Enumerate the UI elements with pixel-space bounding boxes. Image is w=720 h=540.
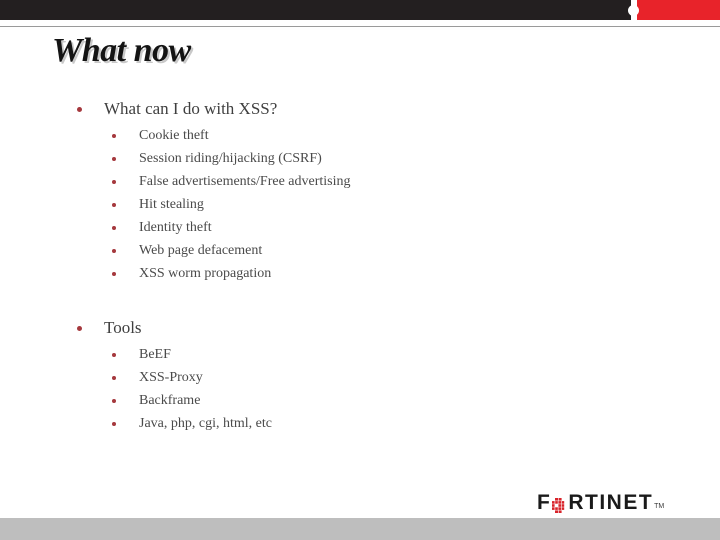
list-item-level2: Session riding/hijacking (CSRF) xyxy=(0,147,720,170)
bullet-icon xyxy=(112,376,116,380)
top-banner xyxy=(0,0,720,20)
bullet-icon xyxy=(112,249,116,253)
list-item-label: Java, php, cgi, html, etc xyxy=(139,416,272,431)
logo-text-part2: RTINET xyxy=(568,491,654,514)
page-title: What now xyxy=(52,32,191,69)
list-item-label: Identity theft xyxy=(139,220,212,235)
list-item-level2: XSS-Proxy xyxy=(0,366,720,389)
list-item-level2: Backframe xyxy=(0,389,720,412)
logo-dotgrid-icon xyxy=(552,498,567,513)
slide: What now What can I do with XSS? Cookie … xyxy=(0,0,720,540)
list-item-label: Cookie theft xyxy=(139,128,209,143)
list-item-label: BeEF xyxy=(139,347,171,362)
content-group-tools: Tools BeEF XSS-Proxy Backframe Java, php… xyxy=(0,315,720,435)
list-item-label: Hit stealing xyxy=(139,197,204,212)
list-item-label: Backframe xyxy=(139,393,201,408)
list-item-level2: Java, php, cgi, html, etc xyxy=(0,412,720,435)
bullet-icon xyxy=(112,226,116,230)
list-item-level2: Web page defacement xyxy=(0,239,720,262)
bullet-icon xyxy=(77,107,82,112)
bullet-icon xyxy=(77,326,82,331)
bullet-icon xyxy=(112,399,116,403)
list-item-level2: BeEF xyxy=(0,343,720,366)
sublist-xss: Cookie theft Session riding/hijacking (C… xyxy=(0,124,720,285)
list-item-label: False advertisements/Free advertising xyxy=(139,174,351,189)
content-body: What can I do with XSS? Cookie theft Ses… xyxy=(0,96,720,435)
fortinet-logo: F RTINET TM xyxy=(537,491,664,513)
list-item-level2: Cookie theft xyxy=(0,124,720,147)
list-item-label: Session riding/hijacking (CSRF) xyxy=(139,151,322,166)
header-divider xyxy=(0,26,720,27)
bullet-icon xyxy=(112,157,116,161)
list-item-label: XSS worm propagation xyxy=(139,266,272,281)
list-item-level1: Tools xyxy=(0,315,720,341)
list-item-level1: What can I do with XSS? xyxy=(0,96,720,122)
footer-bar xyxy=(0,518,720,540)
list-item-label: XSS-Proxy xyxy=(139,370,203,385)
list-item-level2: XSS worm propagation xyxy=(0,262,720,285)
list-item-level2: Hit stealing xyxy=(0,193,720,216)
content-group-xss: What can I do with XSS? Cookie theft Ses… xyxy=(0,96,720,285)
bullet-icon xyxy=(112,422,116,426)
sublist-tools: BeEF XSS-Proxy Backframe Java, php, cgi,… xyxy=(0,343,720,435)
list-item-label: Tools xyxy=(104,318,142,337)
bullet-icon xyxy=(112,134,116,138)
bullet-icon xyxy=(112,180,116,184)
logo-text-part1: F xyxy=(537,491,552,514)
top-banner-dot-icon xyxy=(628,5,639,16)
bullet-icon xyxy=(112,353,116,357)
list-item-level2: Identity theft xyxy=(0,216,720,239)
list-item-label: Web page defacement xyxy=(139,243,263,258)
top-banner-accent xyxy=(634,0,720,20)
bullet-icon xyxy=(112,272,116,276)
list-item-label: What can I do with XSS? xyxy=(104,99,278,118)
list-item-level2: False advertisements/Free advertising xyxy=(0,170,720,193)
logo-trademark: TM xyxy=(654,503,665,510)
bullet-icon xyxy=(112,203,116,207)
